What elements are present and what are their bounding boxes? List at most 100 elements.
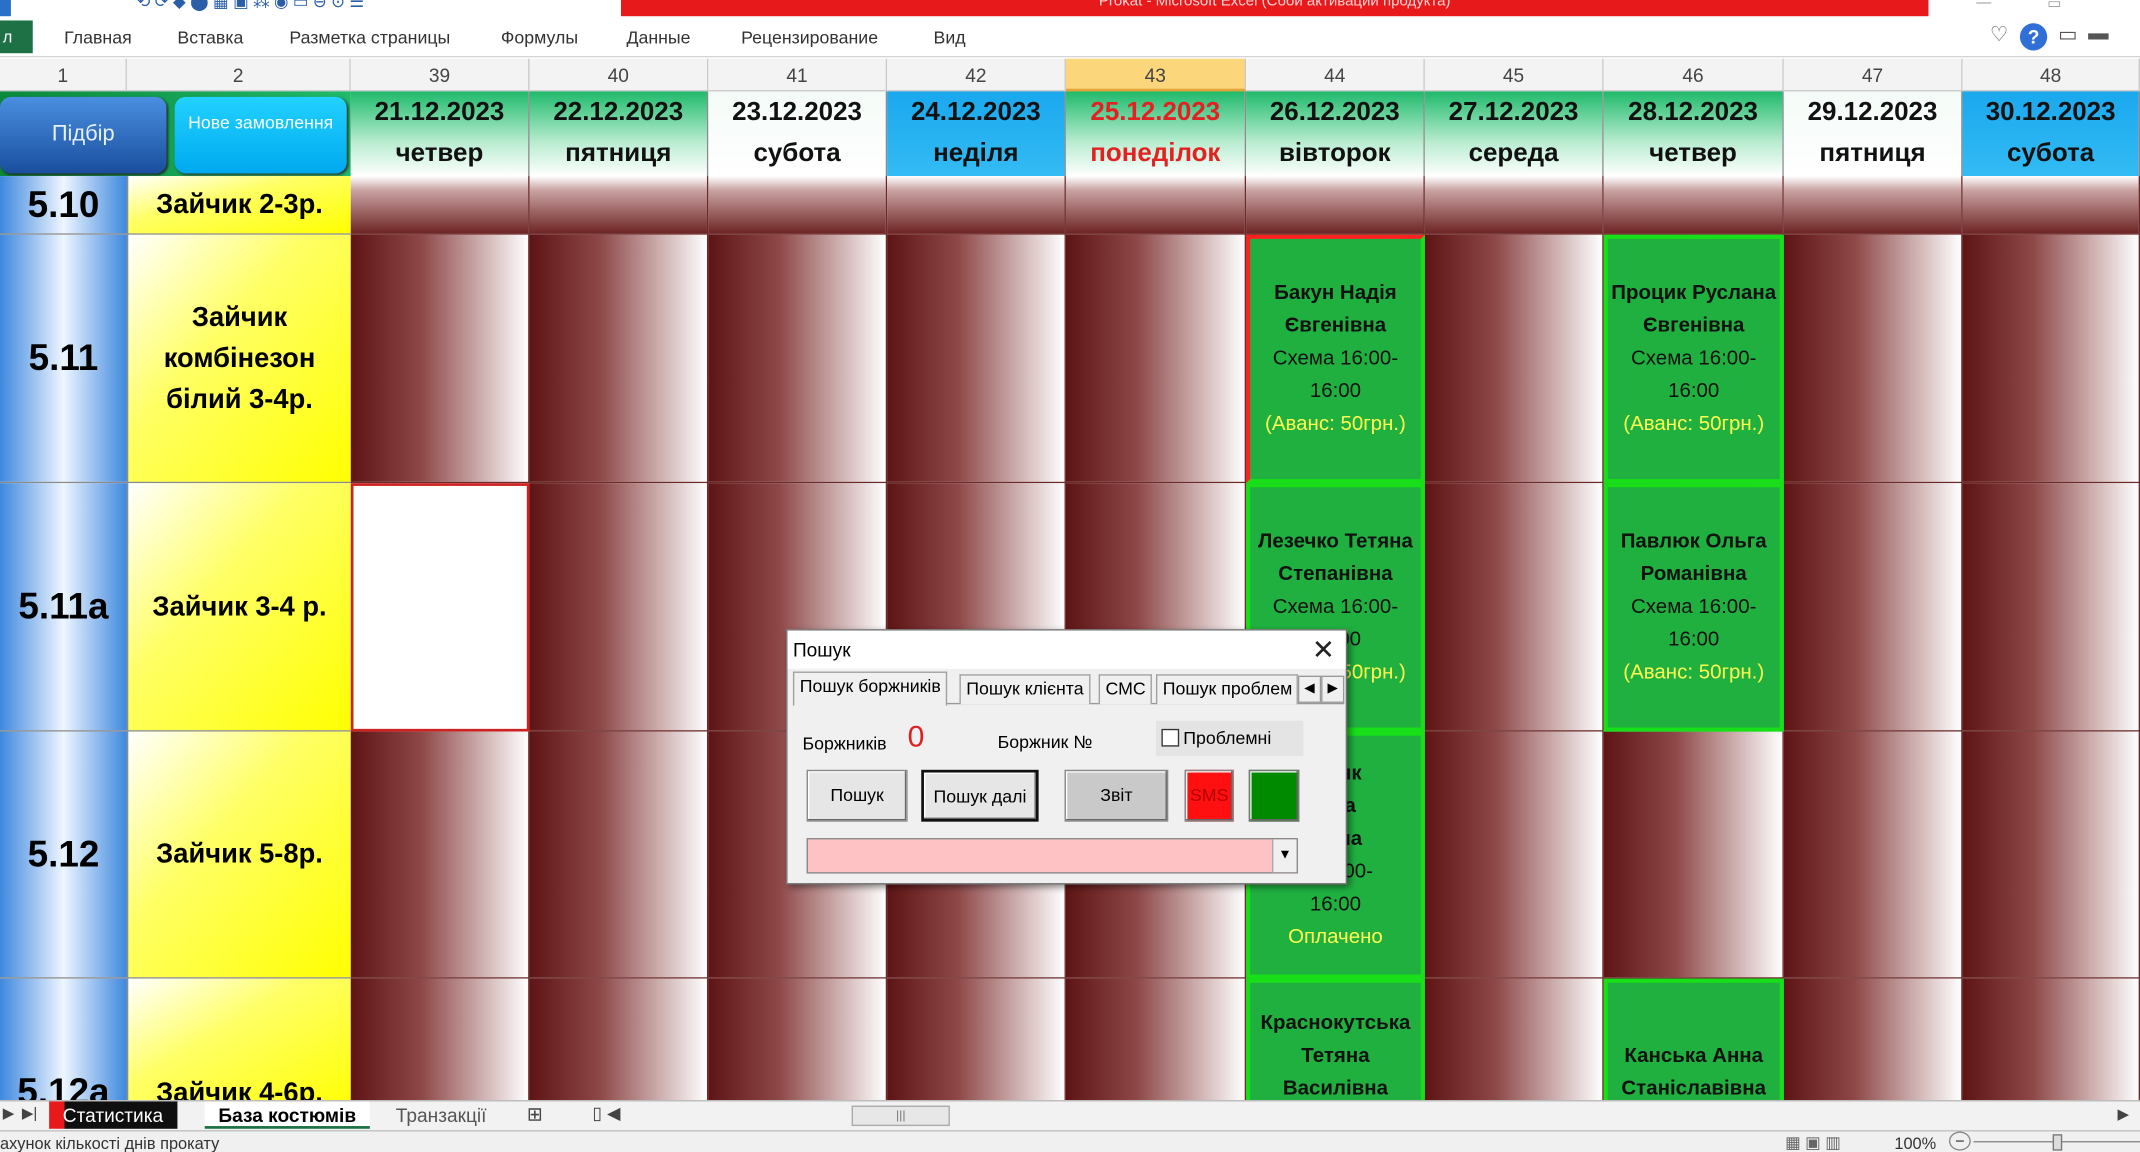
col-header[interactable]: 46 bbox=[1603, 58, 1784, 92]
grid-cell[interactable] bbox=[1962, 234, 2140, 484]
row-name[interactable]: Зайчик комбінезон білий 3-4р. bbox=[126, 234, 351, 484]
grid-cell[interactable] bbox=[1065, 978, 1247, 1116]
row-code[interactable]: 5.11a bbox=[0, 483, 127, 732]
row-name[interactable]: Зайчик 3-4 р. bbox=[126, 483, 351, 732]
problem-checkbox-group[interactable]: Проблемні bbox=[1155, 720, 1304, 757]
sheet-tab-statistics[interactable]: Статистика bbox=[49, 1101, 177, 1129]
row-code[interactable]: 5.12 bbox=[0, 731, 127, 979]
tab-client[interactable]: Пошук клієнта bbox=[959, 674, 1091, 705]
row-code[interactable]: 5.11 bbox=[0, 234, 127, 484]
col-header[interactable]: 45 bbox=[1424, 58, 1604, 92]
col-header[interactable]: 2 bbox=[126, 58, 351, 92]
tab-problems[interactable]: Пошук проблем bbox=[1155, 674, 1298, 705]
date-header[interactable]: 29.12.2023 пятниця bbox=[1783, 91, 1963, 177]
grid-cell[interactable] bbox=[529, 176, 709, 235]
grid-cell[interactable] bbox=[350, 483, 530, 732]
grid-cell[interactable] bbox=[350, 978, 530, 1116]
help-icon[interactable]: ? bbox=[2019, 23, 2048, 51]
grid-cell[interactable] bbox=[1603, 731, 1784, 979]
menu-formulas[interactable]: Формулы bbox=[501, 27, 578, 47]
col-header[interactable]: 40 bbox=[529, 58, 709, 92]
grid-cell[interactable] bbox=[1424, 176, 1604, 235]
date-header[interactable]: 21.12.2023 четвер bbox=[350, 91, 530, 177]
quick-access-icon[interactable]: ⟲ ⟳ ◆ ⬤ ▦ ▣ ⁂ ◉ ▭ ⊖ ⊙ ☰ bbox=[136, 0, 364, 11]
col-header[interactable]: 48 bbox=[1962, 58, 2140, 92]
grid-cell[interactable] bbox=[1424, 234, 1604, 484]
date-header[interactable]: 23.12.2023 субота bbox=[708, 91, 888, 177]
row-name[interactable]: Зайчик 5-8р. bbox=[126, 731, 351, 979]
view-mode-icons[interactable]: ▦ ▣ ▥ bbox=[1785, 1133, 1841, 1152]
scroll-right-icon[interactable]: ▶ bbox=[2118, 1106, 2130, 1123]
grid-cell[interactable] bbox=[1962, 176, 2140, 235]
split-handle-icon[interactable]: ▯ ◀ bbox=[592, 1103, 620, 1125]
booking-cell[interactable]: Павлюк Ольга Романівна Схема 16:00- 16:0… bbox=[1603, 483, 1784, 732]
grid-cell[interactable] bbox=[1424, 483, 1604, 732]
row-code[interactable]: 5.12a bbox=[0, 978, 127, 1116]
sheet-tab-costumes[interactable]: База костюмів bbox=[204, 1101, 370, 1129]
col-header-selected[interactable]: 43 bbox=[1065, 58, 1247, 92]
green-button[interactable] bbox=[1248, 769, 1300, 822]
col-header[interactable]: 47 bbox=[1783, 58, 1963, 92]
sms-button[interactable]: SMS bbox=[1184, 769, 1234, 822]
grid-cell[interactable] bbox=[529, 978, 709, 1116]
debtor-select[interactable]: ▼ bbox=[806, 838, 1298, 874]
grid-cell[interactable] bbox=[350, 234, 530, 484]
zoom-level[interactable]: 100% bbox=[1894, 1134, 1936, 1152]
grid-cell[interactable] bbox=[1065, 234, 1247, 484]
grid-cell[interactable] bbox=[1783, 978, 1963, 1116]
grid-cell[interactable] bbox=[1783, 731, 1963, 979]
grid-cell[interactable] bbox=[1783, 234, 1963, 484]
menu-view[interactable]: Вид bbox=[934, 27, 966, 47]
booking-cell[interactable]: Процик Руслана Євгенівна Схема 16:00- 16… bbox=[1603, 234, 1784, 484]
date-header[interactable]: 26.12.2023 вівторок bbox=[1246, 91, 1425, 177]
grid-cell[interactable] bbox=[1065, 176, 1247, 235]
booking-cell[interactable]: Канська Анна Станіславівна bbox=[1603, 978, 1784, 1116]
grid-cell[interactable] bbox=[1962, 483, 2140, 732]
booking-cell[interactable]: Бакун Надія Євгенівна Схема 16:00- 16:00… bbox=[1246, 234, 1425, 484]
grid-cell[interactable] bbox=[1424, 731, 1604, 979]
tab-scroll-left-icon[interactable]: ◀ bbox=[1297, 675, 1322, 703]
grid-cell[interactable] bbox=[529, 731, 709, 979]
grid-cell[interactable] bbox=[887, 978, 1066, 1116]
date-header[interactable]: 24.12.2023 неділя bbox=[887, 91, 1066, 177]
col-header[interactable]: 39 bbox=[350, 58, 530, 92]
pidbir-button[interactable]: Підбір bbox=[0, 96, 167, 174]
search-button[interactable]: Пошук bbox=[806, 769, 908, 822]
row-code[interactable]: 5.10 bbox=[0, 176, 127, 235]
menu-home[interactable]: Главная bbox=[64, 27, 132, 47]
grid-cell[interactable] bbox=[1603, 176, 1784, 235]
grid-cell[interactable] bbox=[1246, 176, 1425, 235]
minimize-icon[interactable]: — bbox=[1976, 0, 1991, 11]
grid-cell[interactable] bbox=[887, 234, 1066, 484]
date-header[interactable]: 27.12.2023 середа bbox=[1424, 91, 1604, 177]
date-header[interactable]: 28.12.2023 четвер bbox=[1603, 91, 1784, 177]
col-header[interactable]: 1 bbox=[0, 58, 127, 92]
horizontal-scrollbar[interactable]: ||| ▶ bbox=[628, 1105, 2130, 1128]
sheet-nav-last-icon[interactable]: ▶| bbox=[22, 1104, 37, 1122]
menu-page-layout[interactable]: Разметка страницы bbox=[289, 27, 450, 47]
grid-cell[interactable] bbox=[350, 176, 530, 235]
menu-insert[interactable]: Вставка bbox=[177, 27, 243, 47]
date-header-today[interactable]: 25.12.2023 понеділок bbox=[1065, 91, 1247, 177]
grid-cell[interactable] bbox=[1424, 978, 1604, 1116]
tab-sms[interactable]: СМС bbox=[1098, 674, 1153, 705]
booking-cell[interactable]: Краснокутська Тетяна Василівна bbox=[1246, 978, 1425, 1116]
report-button[interactable]: Звіт bbox=[1064, 769, 1169, 822]
grid-cell[interactable] bbox=[887, 176, 1066, 235]
menu-data[interactable]: Данные bbox=[626, 27, 690, 47]
scroll-thumb[interactable]: ||| bbox=[851, 1105, 950, 1127]
dialog-titlebar[interactable]: Пошук ✕ bbox=[787, 630, 1346, 669]
chevron-down-icon[interactable]: ▼ bbox=[1271, 839, 1297, 873]
tab-scroll-right-icon[interactable]: ▶ bbox=[1321, 675, 1345, 703]
col-header[interactable]: 42 bbox=[887, 58, 1066, 92]
grid-cell[interactable] bbox=[708, 234, 888, 484]
sheet-tab-transactions[interactable]: Транзакції bbox=[382, 1101, 500, 1128]
grid-cell[interactable] bbox=[708, 176, 888, 235]
file-tab[interactable]: л bbox=[0, 20, 33, 54]
col-header[interactable]: 44 bbox=[1246, 58, 1425, 92]
grid-cell[interactable] bbox=[1962, 731, 2140, 979]
grid-cell[interactable] bbox=[529, 483, 709, 732]
sheet-nav-prev-icon[interactable]: ▶ bbox=[3, 1104, 15, 1122]
col-header[interactable]: 41 bbox=[708, 58, 888, 92]
close-icon[interactable]: ✕ bbox=[1312, 633, 1335, 667]
